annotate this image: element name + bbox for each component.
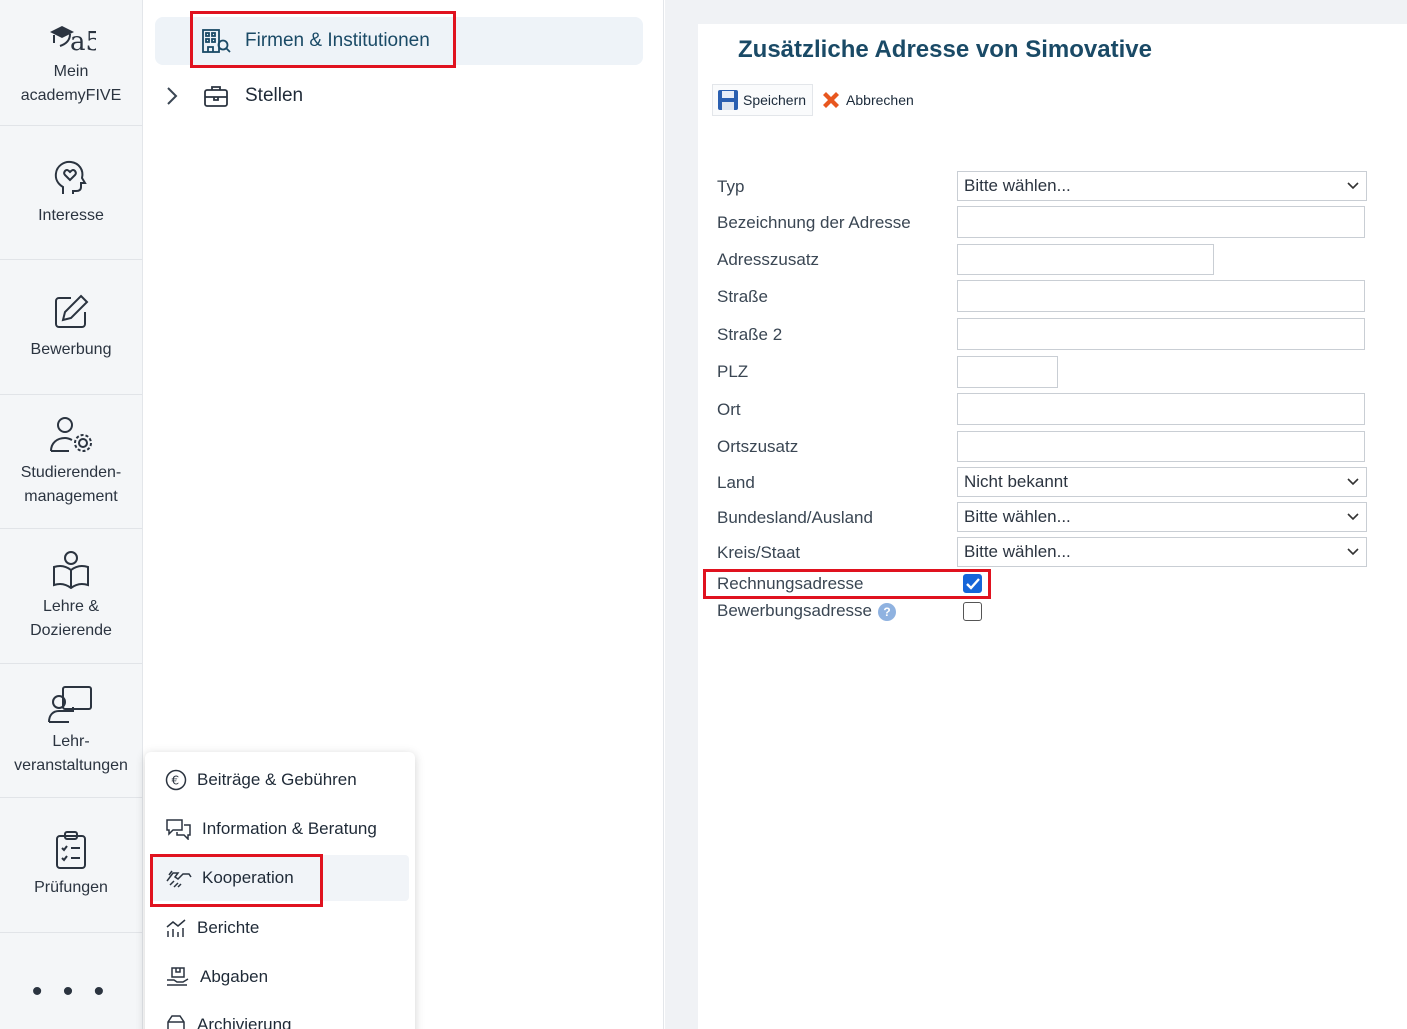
nav-label: Interesse [38,206,104,224]
menu-item-archivierung[interactable]: Archivierung [165,1014,292,1029]
bezeichnung-input[interactable] [957,206,1365,238]
chevron-down-icon [1347,548,1359,556]
reading-icon [53,551,89,589]
svg-text:€: € [172,774,180,788]
presentation-icon [48,685,92,723]
nav-label: Lehre & [42,598,100,615]
ort-label: Ort [717,400,741,419]
highlight-box [150,854,323,907]
nav-lehre-dozierende[interactable]: Lehre & Dozierende [0,529,142,664]
typ-label: Typ [717,177,745,196]
nav-label: Dozierende [30,622,112,639]
select-value: Bitte wählen... [964,507,1071,526]
plz-label: PLZ [717,362,749,381]
nav-studierendenmanagement[interactable]: Studierenden- management [0,395,142,529]
bewerbungsadresse-text: Bewerbungsadresse [717,601,872,620]
floppy-disk-icon [718,90,738,110]
menu-item-label: Information & Beratung [202,819,377,838]
academyfive-logo-icon: a5 [50,25,96,54]
head-heart-icon [54,160,87,194]
address-form-card: Zusätzliche Adresse von Simovative Speic… [698,24,1407,1029]
cancel-label: Abbrechen [846,92,914,108]
kreis-label: Kreis/Staat [717,543,801,562]
strasse-input[interactable] [957,280,1365,312]
chat-icon [166,819,191,840]
nav-label: veranstaltungen [14,756,128,774]
main-navigation-rail: a5 Mein academyFIVE Interesse Bewerbung … [0,0,143,1029]
select-value: Nicht bekannt [964,472,1068,491]
nav-mein-academyfive[interactable]: a5 Mein academyFIVE [0,0,142,126]
ort-input[interactable] [957,393,1365,425]
edit-icon [55,294,89,328]
select-value: Bitte wählen... [964,176,1071,195]
chevron-down-icon [1347,182,1359,190]
briefcase-icon [204,86,228,107]
chevron-right-icon[interactable] [163,84,181,108]
nav-interesse[interactable]: Interesse [0,126,142,260]
user-gear-icon [50,416,92,452]
select-value: Bitte wählen... [964,542,1071,561]
help-icon[interactable]: ? [877,602,896,621]
plz-input[interactable] [957,356,1058,388]
archive-icon [167,1015,185,1029]
strasse2-input[interactable] [957,318,1365,350]
chevron-down-icon [1347,513,1359,521]
nav-label: Studierenden- [20,463,122,481]
hand-box-icon [167,967,189,986]
bundesland-label: Bundesland/Ausland [717,508,873,527]
adresszusatz-label: Adresszusatz [717,250,820,269]
highlight-box [703,569,991,599]
nav-lehrveranstaltungen[interactable]: Lehr- veranstaltungen [0,664,142,798]
cancel-x-icon [823,92,840,108]
menu-item-label: Archivierung [197,1015,292,1029]
nav-label: Bewerbung [30,341,112,358]
nav-label: Prüfungen [34,879,108,896]
menu-item-label: Berichte [197,918,260,937]
tree-item-label: Stellen [245,85,304,106]
nav-label: Mein [53,62,89,80]
ortszusatz-input[interactable] [957,431,1365,462]
tree-item-stellen[interactable]: Stellen [163,84,303,108]
more-menu-button[interactable]: • • • [0,975,142,1009]
bezeichnung-label: Bezeichnung der Adresse [717,213,911,232]
clipboard-icon [56,831,86,869]
ortszusatz-label: Ortszusatz [717,437,799,456]
menu-item-beitraege[interactable]: € Beiträge & Gebühren [165,769,357,791]
bewerbungsadresse-label: Bewerbungsadresse? [717,601,896,621]
adresszusatz-input[interactable] [957,244,1214,275]
menu-item-berichte[interactable]: Berichte [165,917,259,939]
typ-select[interactable]: Bitte wählen... [957,171,1367,201]
kreis-select[interactable]: Bitte wählen... [957,537,1367,567]
chevron-down-icon [1347,478,1359,486]
page-title: Zusätzliche Adresse von Simovative [738,36,1152,63]
chart-icon [166,919,186,937]
nav-pruefungen[interactable]: Prüfungen [0,798,142,933]
svg-text:a5: a5 [70,27,96,54]
highlight-box [190,11,456,68]
nav-label: management [24,487,118,505]
menu-item-abgaben[interactable]: Abgaben [165,966,268,988]
cancel-button[interactable]: Abbrechen [815,84,921,116]
bundesland-select[interactable]: Bitte wählen... [957,502,1367,532]
save-button[interactable]: Speichern [712,84,814,116]
save-label: Speichern [743,92,807,108]
strasse2-label: Straße 2 [717,325,783,344]
menu-item-label: Beiträge & Gebühren [197,770,357,789]
menu-item-information[interactable]: Information & Beratung [165,818,377,840]
land-label: Land [717,473,755,492]
land-select[interactable]: Nicht bekannt [957,467,1367,497]
strasse-label: Straße [717,287,769,306]
menu-item-label: Abgaben [200,967,269,986]
nav-label: Lehr- [52,732,90,750]
form-toolbar: Speichern Abbrechen [712,84,923,116]
bewerbungsadresse-checkbox[interactable] [963,602,982,621]
nav-label: academyFIVE [20,86,122,104]
euro-icon: € [165,769,187,791]
nav-bewerbung[interactable]: Bewerbung [0,260,142,395]
